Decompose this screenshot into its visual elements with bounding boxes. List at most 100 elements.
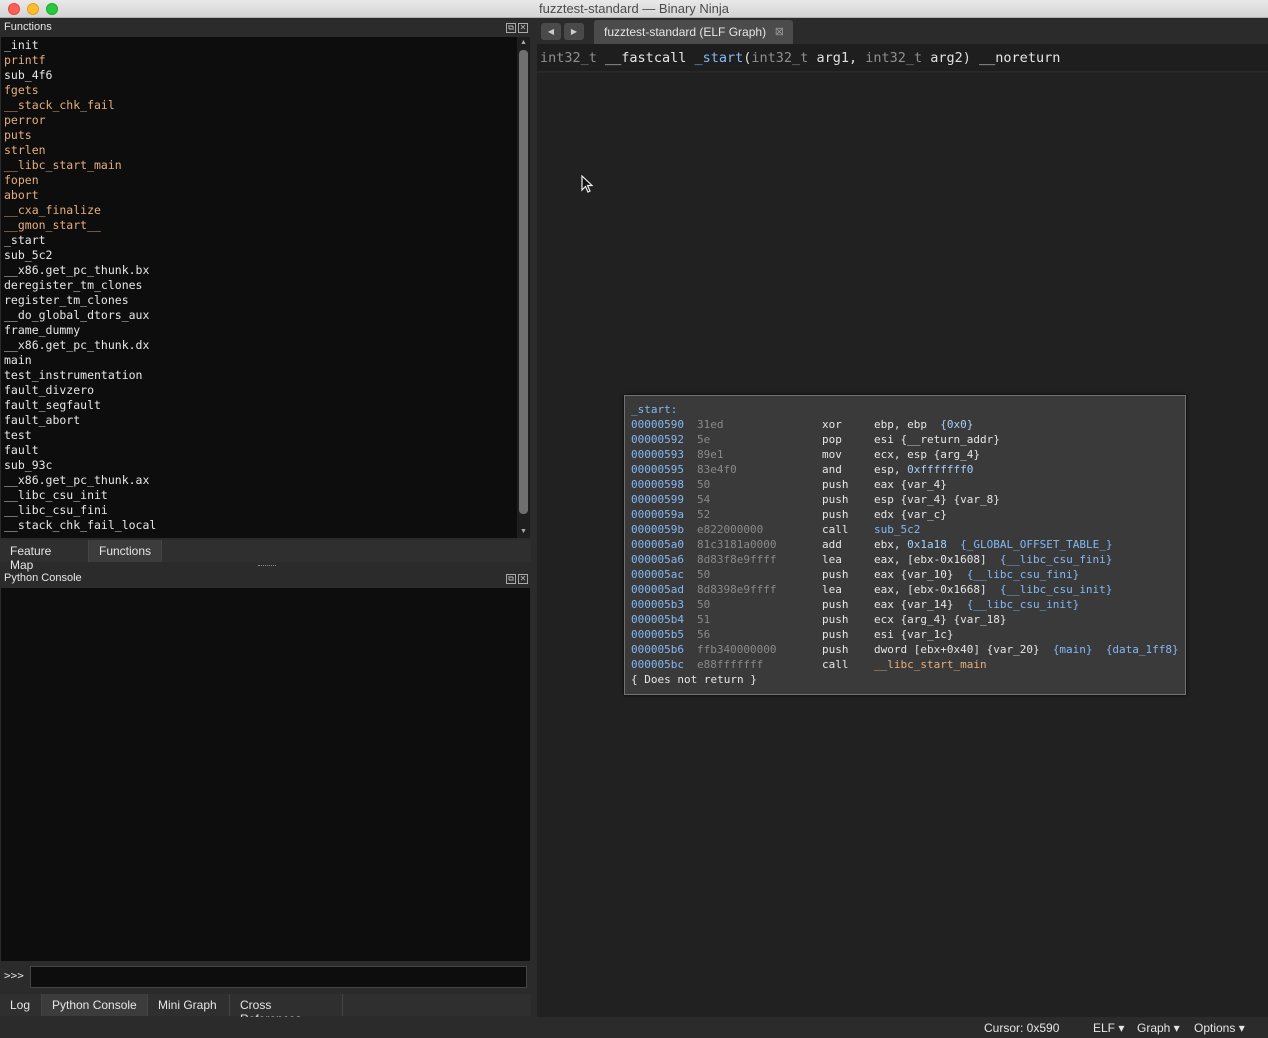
- instruction-address[interactable]: 000005a0: [631, 537, 684, 552]
- call-target[interactable]: sub_5c2: [874, 523, 920, 536]
- instruction-row[interactable]: 000005ac 50 push eax {var_10} {__libc_csu_f…: [631, 567, 1179, 582]
- function-list-item[interactable]: puts: [1, 128, 517, 143]
- instruction-address[interactable]: 000005b6: [631, 642, 684, 657]
- close-tab-icon[interactable]: ⊠: [775, 25, 784, 38]
- instruction-row[interactable]: 00000590 31ed xor ebp, ebp {0x0}: [631, 417, 1179, 432]
- instruction-row[interactable]: 0000059b e822000000 call sub_5c2: [631, 522, 1179, 537]
- instruction-address[interactable]: 0000059b: [631, 522, 684, 537]
- function-list-item[interactable]: test_instrumentation: [1, 368, 517, 383]
- symbol-annotation[interactable]: {_GLOBAL_OFFSET_TABLE_}: [960, 538, 1112, 551]
- tab-functions[interactable]: Functions: [89, 540, 162, 562]
- operand-text[interactable]: {0x0}: [940, 418, 973, 431]
- function-list-item[interactable]: __gmon_start__: [1, 218, 517, 233]
- function-list-item[interactable]: fault_abort: [1, 413, 517, 428]
- instruction-row[interactable]: 00000593 89e1 mov ecx, esp {arg_4}: [631, 447, 1179, 462]
- tab-python-console[interactable]: Python Console: [42, 994, 148, 1016]
- instruction-address[interactable]: 000005b3: [631, 597, 684, 612]
- float-panel-icon[interactable]: ⧉: [506, 23, 516, 33]
- function-list-item[interactable]: __stack_chk_fail: [1, 98, 517, 113]
- function-list-item[interactable]: __x86.get_pc_thunk.ax: [1, 473, 517, 488]
- scroll-thumb[interactable]: [519, 50, 528, 514]
- instruction-address[interactable]: 00000599: [631, 492, 684, 507]
- function-list-item[interactable]: __stack_chk_fail_local: [1, 518, 517, 533]
- instruction-row[interactable]: 000005ad 8d8398e9ffff lea eax, [ebx-0x1668]…: [631, 582, 1179, 597]
- instruction-row[interactable]: 000005b4 51 push ecx {arg_4} {var_18}: [631, 612, 1179, 627]
- tab-elf-graph[interactable]: fuzztest-standard (ELF Graph) ⊠: [594, 20, 793, 44]
- instruction-address[interactable]: 000005b5: [631, 627, 684, 642]
- close-panel-icon[interactable]: ✕: [518, 23, 528, 33]
- function-list-item[interactable]: sub_5c2: [1, 248, 517, 263]
- symbol-annotation[interactable]: {__libc_csu_init}: [967, 598, 1080, 611]
- graph-canvas[interactable]: _start: 00000590 31ed xor ebp, ebp {0x0} 000…: [537, 73, 1268, 1017]
- symbol-annotation[interactable]: {__libc_csu_fini}: [967, 568, 1080, 581]
- instruction-address[interactable]: 00000598: [631, 477, 684, 492]
- function-list-item[interactable]: fault_segfault: [1, 398, 517, 413]
- instruction-row[interactable]: 000005bc e88fffffff call __libc_start_main: [631, 657, 1179, 672]
- function-list-item[interactable]: _start: [1, 233, 517, 248]
- function-list-item[interactable]: __cxa_finalize: [1, 203, 517, 218]
- instruction-row[interactable]: 0000059a 52 push edx {var_c}: [631, 507, 1179, 522]
- function-list-item[interactable]: sub_4f6: [1, 68, 517, 83]
- instruction-row[interactable]: 000005a6 8d83f8e9ffff lea eax, [ebx-0x1608]…: [631, 552, 1179, 567]
- instruction-row[interactable]: 00000595 83e4f0 and esp, 0xfffffff0: [631, 462, 1179, 477]
- instruction-row[interactable]: 000005b6 ffb340000000 push dword [ebx+0x40]…: [631, 642, 1179, 657]
- function-list-item[interactable]: fgets: [1, 83, 517, 98]
- function-list-item[interactable]: printf: [1, 53, 517, 68]
- options-dropdown[interactable]: Options ▾: [1194, 1021, 1245, 1035]
- symbol-annotation[interactable]: {main}: [1053, 643, 1093, 656]
- function-list-item[interactable]: __libc_start_main: [1, 158, 517, 173]
- instruction-row[interactable]: 00000598 50 push eax {var_4}: [631, 477, 1179, 492]
- float-panel-icon[interactable]: ⧉: [506, 574, 516, 584]
- call-target[interactable]: __libc_start_main: [874, 658, 987, 671]
- instruction-row[interactable]: 000005b3 50 push eax {var_14} {__libc_csu_i…: [631, 597, 1179, 612]
- function-list-item[interactable]: _init: [1, 38, 517, 53]
- basic-block[interactable]: _start: 00000590 31ed xor ebp, ebp {0x0} 000…: [624, 395, 1186, 695]
- instruction-address[interactable]: 00000595: [631, 462, 684, 477]
- function-list-item[interactable]: fopen: [1, 173, 517, 188]
- scroll-up-arrow-icon[interactable]: ▲: [517, 37, 530, 49]
- view-type-dropdown[interactable]: Graph ▾: [1137, 1021, 1180, 1035]
- instruction-address[interactable]: 000005bc: [631, 657, 684, 672]
- instruction-address[interactable]: 00000592: [631, 432, 684, 447]
- instruction-row[interactable]: 000005a0 81c3181a0000 add ebx, 0x1a18 {_GLO…: [631, 537, 1179, 552]
- function-name[interactable]: _start: [694, 50, 743, 66]
- instruction-row[interactable]: 000005b5 56 push esi {var_1c}: [631, 627, 1179, 642]
- instruction-address[interactable]: 000005a6: [631, 552, 684, 567]
- function-list-item[interactable]: test: [1, 428, 517, 443]
- close-panel-icon[interactable]: ✕: [518, 574, 528, 584]
- function-list-item[interactable]: abort: [1, 188, 517, 203]
- function-list-item[interactable]: fault_divzero: [1, 383, 517, 398]
- function-list-item[interactable]: __libc_csu_fini: [1, 503, 517, 518]
- function-list-item[interactable]: register_tm_clones: [1, 293, 517, 308]
- scroll-down-arrow-icon[interactable]: ▼: [517, 526, 530, 538]
- function-list-item[interactable]: __x86.get_pc_thunk.dx: [1, 338, 517, 353]
- block-label[interactable]: _start:: [631, 402, 1179, 417]
- tab-log[interactable]: Log: [0, 994, 42, 1016]
- function-list-item[interactable]: __x86.get_pc_thunk.bx: [1, 263, 517, 278]
- function-signature[interactable]: int32_t __fastcall _start(int32_t arg1, …: [540, 50, 1060, 66]
- function-list-item[interactable]: fault: [1, 443, 517, 458]
- instruction-row[interactable]: 00000599 54 push esp {var_4} {var_8}: [631, 492, 1179, 507]
- console-input[interactable]: [30, 966, 527, 988]
- function-list-item[interactable]: perror: [1, 113, 517, 128]
- splitter-handle[interactable]: [258, 565, 276, 568]
- function-list-item[interactable]: deregister_tm_clones: [1, 278, 517, 293]
- instruction-row[interactable]: 00000592 5e pop esi {__return_addr}: [631, 432, 1179, 447]
- operand-text[interactable]: 0xfffffff0: [907, 463, 973, 476]
- instruction-address[interactable]: 000005b4: [631, 612, 684, 627]
- python-console-output[interactable]: [1, 588, 530, 961]
- tab-cross-references[interactable]: Cross References: [230, 994, 343, 1026]
- symbol-annotation[interactable]: {__libc_csu_fini}: [1000, 553, 1113, 566]
- function-list-item[interactable]: main: [1, 353, 517, 368]
- function-list-item[interactable]: strlen: [1, 143, 517, 158]
- function-list-item[interactable]: __libc_csu_init: [1, 488, 517, 503]
- function-list-item[interactable]: sub_93c: [1, 458, 517, 473]
- operand-text[interactable]: 0x1a18: [907, 538, 947, 551]
- functions-scrollbar[interactable]: ▲ ▼: [517, 37, 530, 538]
- instruction-address[interactable]: 000005ad: [631, 582, 684, 597]
- instruction-address[interactable]: 00000590: [631, 417, 684, 432]
- forward-arrow-icon[interactable]: ▶: [564, 23, 584, 40]
- symbol-annotation[interactable]: {__libc_csu_init}: [1000, 583, 1113, 596]
- file-type-dropdown[interactable]: ELF ▾: [1093, 1021, 1124, 1035]
- function-list-item[interactable]: frame_dummy: [1, 323, 517, 338]
